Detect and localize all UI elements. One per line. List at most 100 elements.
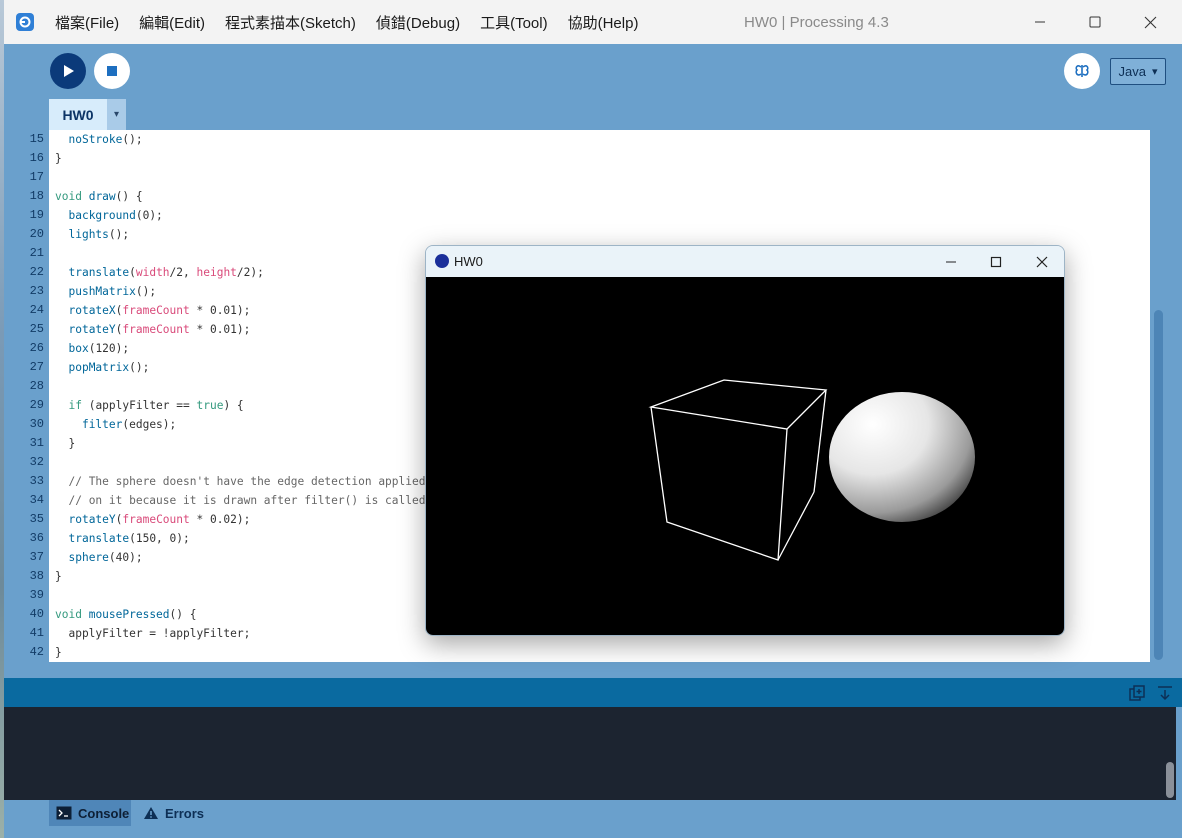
title-bar: 檔案(File) 編輯(Edit) 程式素描本(Sketch) 偵錯(Debug… — [4, 0, 1182, 44]
line-number: 31 — [29, 436, 44, 450]
chevron-down-icon: ▾ — [113, 109, 120, 120]
line-number: 32 — [29, 455, 44, 469]
sketch-maximize-button[interactable] — [976, 249, 1016, 275]
stop-icon — [107, 66, 117, 76]
tab-hw0[interactable]: HW0 — [49, 99, 107, 130]
menu-edit[interactable]: 編輯(Edit) — [139, 12, 205, 33]
line-number: 18 — [29, 189, 44, 203]
line-number: 19 — [29, 208, 44, 222]
menu-sketch[interactable]: 程式素描本(Sketch) — [225, 12, 356, 33]
code-line[interactable]: 17 — [4, 168, 1150, 187]
sketch-window: HW0 — [425, 245, 1065, 636]
shaded-sphere — [829, 392, 975, 522]
line-number: 20 — [29, 227, 44, 241]
mode-selector[interactable]: Java ▾ — [1110, 58, 1166, 85]
console-scrollbar[interactable] — [1176, 707, 1182, 800]
stop-button[interactable] — [94, 53, 130, 89]
code-line[interactable]: 15 noStroke(); — [4, 130, 1150, 149]
copy-plus-icon[interactable] — [1128, 684, 1146, 702]
terminal-icon — [56, 806, 72, 820]
console-divider[interactable] — [4, 662, 1182, 678]
code-line[interactable]: 18 void draw() { — [4, 187, 1150, 206]
minimize-icon — [1035, 21, 1045, 23]
chevron-down-icon: ▾ — [1151, 66, 1158, 78]
minimize-button[interactable] — [1022, 8, 1058, 36]
code-text: noStroke(); — [68, 133, 143, 146]
line-number: 27 — [29, 360, 44, 374]
mode-label: Java — [1118, 64, 1146, 79]
debugger-button[interactable] — [1064, 53, 1100, 89]
menu-help[interactable]: 協助(Help) — [568, 12, 639, 33]
code-text: rotateX(frameCount * 0.01); — [68, 304, 251, 317]
code-line[interactable]: 16} — [4, 149, 1150, 168]
sketch-title-bar[interactable]: HW0 — [426, 246, 1064, 277]
maximize-icon — [990, 256, 1002, 268]
code-text: filter(edges); — [81, 418, 177, 431]
code-text: } — [55, 437, 76, 450]
code-text: translate(150, 0); — [68, 532, 190, 545]
line-number: 29 — [29, 398, 44, 412]
maximize-icon — [1089, 16, 1101, 28]
tab-console[interactable]: Console — [49, 800, 131, 826]
code-text: popMatrix(); — [68, 361, 150, 374]
tab-errors[interactable]: Errors — [139, 800, 219, 826]
line-number: 16 — [29, 151, 44, 165]
close-icon — [1036, 256, 1048, 268]
line-number: 28 — [29, 379, 44, 393]
tab-console-label: Console — [78, 805, 130, 821]
line-number: 22 — [29, 265, 44, 279]
run-button[interactable] — [50, 53, 86, 89]
line-number: 36 — [29, 531, 44, 545]
butterfly-icon — [1075, 65, 1089, 77]
menu-debug[interactable]: 偵錯(Debug) — [376, 12, 460, 33]
sketch-window-title: HW0 — [454, 254, 483, 269]
code-line[interactable]: 19 background(0); — [4, 206, 1150, 225]
code-text: translate(width/2, height/2); — [68, 266, 264, 279]
menu-file[interactable]: 檔案(File) — [55, 12, 119, 33]
code-line[interactable]: 20 lights(); — [4, 225, 1150, 244]
sketch-minimize-button[interactable] — [931, 249, 971, 275]
menu-tool[interactable]: 工具(Tool) — [480, 12, 548, 33]
edge-detected-cube — [648, 379, 828, 561]
console-header — [4, 678, 1182, 707]
minimize-icon — [946, 261, 956, 263]
line-number: 15 — [29, 132, 44, 146]
line-number: 24 — [29, 303, 44, 317]
line-number: 23 — [29, 284, 44, 298]
code-text: lights(); — [68, 228, 130, 241]
code-text: } — [55, 152, 62, 165]
editor-scrollbar-thumb[interactable] — [1154, 310, 1163, 660]
code-text: } — [55, 646, 62, 659]
close-button[interactable] — [1132, 8, 1168, 36]
menu-bar: 檔案(File) 編輯(Edit) 程式素描本(Sketch) 偵錯(Debug… — [55, 0, 658, 44]
tab-errors-label: Errors — [165, 805, 205, 821]
code-line[interactable]: 42} — [4, 643, 1150, 662]
console-scrollbar-thumb[interactable] — [1166, 762, 1174, 798]
console-output[interactable] — [4, 707, 1176, 800]
code-text: void mousePressed() { — [55, 608, 197, 621]
line-number: 35 — [29, 512, 44, 526]
maximize-button[interactable] — [1077, 8, 1113, 36]
code-text: background(0); — [68, 209, 163, 222]
processing-logo-icon — [16, 13, 34, 31]
close-icon — [1144, 16, 1156, 28]
line-number: 39 — [29, 588, 44, 602]
sketch-canvas[interactable] — [426, 277, 1064, 635]
processing-ide: 檔案(File) 編輯(Edit) 程式素描本(Sketch) 偵錯(Debug… — [0, 0, 1182, 838]
tab-menu-button[interactable]: ▾ — [107, 99, 126, 130]
collapse-console-icon[interactable] — [1156, 684, 1174, 702]
toolbar: Java ▾ — [4, 44, 1182, 100]
line-number: 40 — [29, 607, 44, 621]
code-text: rotateY(frameCount * 0.02); — [68, 513, 251, 526]
line-number: 37 — [29, 550, 44, 564]
sketch-close-button[interactable] — [1022, 249, 1062, 275]
code-text: rotateY(frameCount * 0.01); — [68, 323, 251, 336]
code-text: applyFilter = !applyFilter; — [55, 627, 251, 640]
sketch-render — [648, 379, 975, 561]
line-number: 26 — [29, 341, 44, 355]
line-number: 38 — [29, 569, 44, 583]
warning-icon — [144, 807, 158, 819]
code-text: // The sphere doesn't have the edge dete… — [68, 475, 426, 488]
line-number: 41 — [29, 626, 44, 640]
code-text: } — [55, 570, 62, 583]
